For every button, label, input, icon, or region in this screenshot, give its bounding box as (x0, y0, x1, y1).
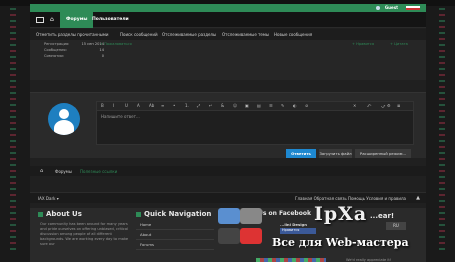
home-icon[interactable]: ⌂ (50, 16, 54, 23)
breadcrumb-current[interactable]: Полезные ссылки (80, 169, 117, 174)
subnav-search[interactable]: Поиск сообщений (120, 32, 158, 37)
toolbar-button-icon[interactable]: ≣ (397, 104, 401, 108)
language-flag-icon[interactable] (406, 6, 420, 10)
author-stats: Регистрация: 15 сен 2014 Сообщения: 14 Сим… (44, 42, 104, 60)
style-chooser[interactable]: IAX Dark ▾ (38, 196, 59, 201)
user-icon (376, 6, 380, 10)
avatar-body-icon (54, 120, 74, 135)
toolbar-button-icon[interactable]: ⤺ (367, 104, 371, 108)
toolbar-button-icon[interactable]: ⚙ (387, 104, 391, 108)
toolbar-button-icon[interactable]: ⤢ (197, 104, 201, 108)
about-icon (38, 211, 43, 217)
quick-nav-title: Quick Navigation (136, 210, 211, 218)
stat-label: Сообщения: (44, 48, 67, 52)
subnav-mark-read[interactable]: Отметить разделы прочитанными (36, 32, 109, 37)
language-button[interactable]: RU (386, 222, 406, 230)
watermark-square (240, 228, 262, 244)
toolbar-button-icon[interactable]: & (221, 104, 225, 108)
tab-forums[interactable]: Форумы (60, 12, 94, 28)
top-user-bar: Guest (30, 4, 426, 12)
reply-editor[interactable]: B I U A Ab ≡ • 1. ⤢ ↵ & ☺ ▣ ▤ ☰ ✎ ◐ ⊘ ✕ ⤺ ⤻ ⚙ ≣ Напишите ответ… (96, 101, 414, 145)
facebook-like-badge[interactable]: Нравится (280, 228, 316, 234)
toolbar-button-icon[interactable]: ⊘ (305, 104, 309, 108)
breadcrumb-forums[interactable]: Форумы (55, 169, 72, 174)
watermark-logo: IpXa (314, 203, 368, 225)
quote-link[interactable]: + Цитата (390, 42, 408, 46)
like-link[interactable]: + Нравится (352, 42, 374, 46)
toolbar-button-icon[interactable]: ↵ (209, 104, 213, 108)
editor-placeholder[interactable]: Напишите ответ... (101, 114, 140, 119)
quick-nav-item[interactable]: Home (136, 220, 214, 230)
toolbar-button-icon[interactable]: ✕ (353, 104, 357, 108)
advanced-mode-button[interactable]: Расширенный режим... (355, 149, 411, 158)
quick-nav-title-text: Quick Navigation (144, 210, 212, 218)
toolbar-button-icon[interactable]: ◐ (293, 104, 297, 108)
toolbar-button-icon[interactable]: ⤻ (381, 104, 385, 108)
avatar-head-icon (59, 109, 69, 119)
thanks-title: ...ear! (370, 212, 395, 220)
about-text: Our community has been around for many y… (40, 222, 129, 246)
stat-value: 0 (101, 54, 104, 58)
subnav-watched-threads[interactable]: Отслеживаемые темы (222, 32, 269, 37)
stat-value: 14 (99, 48, 104, 52)
toolbar-button-icon[interactable]: B (101, 104, 105, 108)
watermark-square (240, 208, 262, 224)
editor-toolbar: B I U A Ab ≡ • 1. ⤢ ↵ & ☺ ▣ ▤ ☰ ✎ ◐ ⊘ ✕ ⤺ ⤻ ⚙ ≣ (97, 102, 413, 111)
toolbar-button-icon[interactable]: U (125, 104, 129, 108)
right-decor-frame (439, 8, 445, 254)
quick-nav-list: Home About Forums (136, 220, 214, 250)
toolbar-button-icon[interactable]: A (137, 104, 141, 108)
about-title: About Us (38, 210, 82, 218)
avatar (48, 103, 80, 135)
facebook-page-name[interactable]: ...lini Design (280, 222, 307, 227)
toolbar-button-icon[interactable]: ☺ (233, 104, 237, 108)
toolbar-button-icon[interactable]: ≡ (161, 104, 165, 108)
home-icon[interactable]: ⌂ (40, 168, 43, 174)
breadcrumb: ⌂ Форумы Полезные ссылки (30, 166, 426, 176)
toolbar-button-icon[interactable]: ▤ (257, 104, 261, 108)
left-decor-frame (10, 8, 16, 254)
upload-file-button[interactable]: Загрузить файл (319, 149, 352, 158)
guest-link[interactable]: Guest (385, 5, 398, 10)
post-author-info: Регистрация: 15 сен 2014 Сообщения: 14 Сим… (30, 40, 426, 80)
toolbar-button-icon[interactable]: I (113, 104, 117, 108)
watermark-tagline: Все для Web-мастера (272, 236, 409, 249)
sub-navigation: Отметить разделы прочитанными Поиск сооб… (30, 29, 426, 40)
tab-users[interactable]: Пользователи (92, 12, 129, 28)
toolbar-button-icon[interactable]: Ab (149, 104, 154, 108)
menu-grid-icon[interactable] (36, 17, 44, 23)
thanks-subtext: We'd really appreciate it! (346, 258, 392, 262)
scroll-top-icon[interactable]: ▲ (416, 195, 420, 201)
quick-nav-item[interactable]: About (136, 230, 214, 240)
stat-label: Симпатии: (44, 54, 65, 58)
footer-links[interactable]: Главная Обратная связь Помощь Условия и … (295, 196, 406, 201)
reply-button[interactable]: Ответить (286, 149, 316, 158)
facebook-fans-strip (256, 258, 326, 262)
watermark-square (218, 208, 240, 224)
stat-row: Симпатии: 0 (44, 54, 104, 60)
toolbar-button-icon[interactable]: ✎ (281, 104, 285, 108)
quick-reply: B I U A Ab ≡ • 1. ⤢ ↵ & ☺ ▣ ▤ ☰ ✎ ◐ ⊘ ✕ ⤺ ⤻ ⚙ ≣ Напишите ответ… (30, 92, 426, 158)
stat-label: Регистрация: (44, 42, 70, 46)
toolbar-button-icon[interactable]: • (173, 104, 177, 108)
subnav-watched-forums[interactable]: Отслеживаемые разделы (162, 32, 216, 37)
watermark-square (218, 228, 240, 244)
toolbar-button-icon[interactable]: 1. (185, 104, 189, 108)
toolbar-button-icon[interactable]: ☰ (269, 104, 273, 108)
about-title-text: About Us (46, 210, 82, 218)
toolbar-button-icon[interactable]: ▣ (245, 104, 249, 108)
watermark-logo-icon (214, 206, 274, 254)
main-navigation: ⌂ Форумы Пользователи (30, 12, 426, 28)
report-link[interactable]: + Пожаловаться (100, 42, 132, 46)
footer-bar: IAX Dark ▾ Главная Обратная связь Помощь… (30, 192, 426, 203)
nav-icon (136, 211, 141, 217)
subnav-new-posts[interactable]: Новые сообщения (274, 32, 312, 37)
quick-nav-item[interactable]: Forums (136, 240, 214, 250)
